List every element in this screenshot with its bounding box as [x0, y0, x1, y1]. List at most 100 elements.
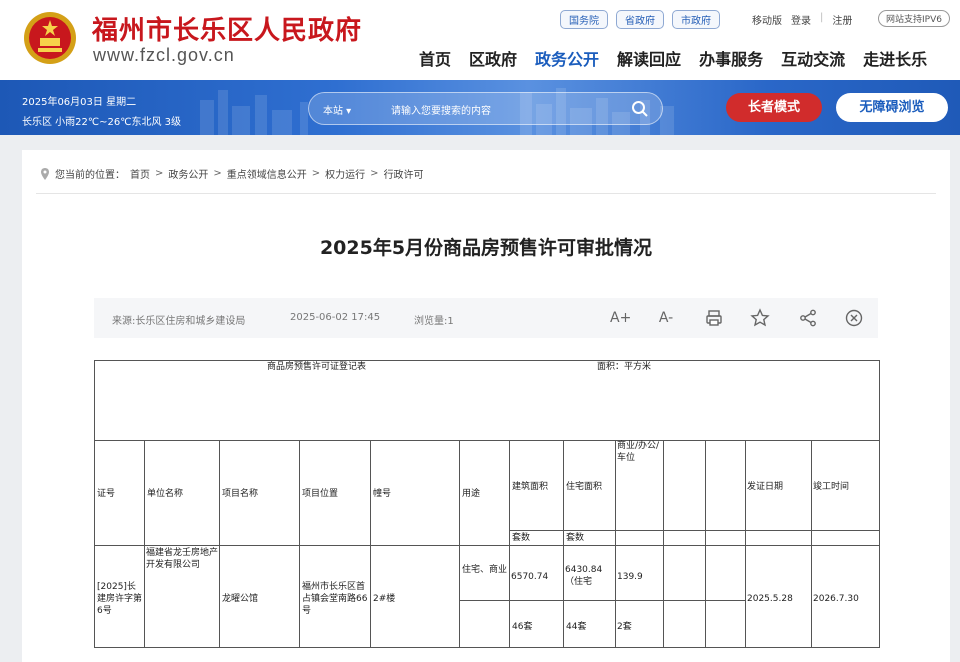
cell-res-area: 6430.84（住宅 [565, 565, 603, 587]
header-company: 单位名称 [147, 489, 184, 499]
permit-table: 商品房预售许可证登记表 面积：平方米 证号 单位名称 项目名称 项目位置 幢号 … [94, 360, 880, 648]
weather-info: 长乐区 小雨22℃~26℃东北风 3级 [22, 113, 181, 128]
print-icon[interactable] [704, 308, 724, 328]
cell-build-units: 46套 [512, 622, 533, 632]
elder-mode-button[interactable]: 长者模式 [726, 93, 822, 122]
breadcrumb-separator: > [155, 168, 164, 179]
breadcrumb-prefix: 您当前的位置： [55, 170, 125, 181]
article-source: 来源:长乐区住房和城乡建设局 [112, 316, 246, 327]
table-line [219, 440, 220, 648]
table-line [663, 440, 664, 648]
breadcrumb-power-operation[interactable]: 权力运行 [325, 166, 365, 181]
nav-interpretation[interactable]: 解读回应 [617, 46, 681, 70]
article-title: 2025年5月份商品房预售许可审批情况 [319, 237, 653, 259]
article-views: 浏览量:1 [414, 316, 454, 327]
header-completion: 竣工时间 [813, 482, 850, 492]
search-scope-select[interactable]: 本站 ▾ [323, 102, 351, 117]
cell-build-area: 6570.74 [511, 572, 549, 582]
header-units: 套数 [566, 533, 585, 543]
table-line [745, 440, 746, 648]
article-date: 2025-06-02 17:45 [290, 312, 381, 323]
current-date: 2025年06月03日 星期二 [22, 97, 137, 108]
gov-links: 国务院 省政府 市政府 [560, 10, 720, 29]
elder-mode-label: 长者模式 [747, 100, 800, 115]
main-nav: 首页 区政府 政务公开 解读回应 办事服务 互动交流 走进长乐 [419, 46, 927, 70]
header-cert-no: 证号 [97, 489, 116, 499]
site-header: 福州市长乐区人民政府 www.fzcl.gov.cn 国务院 省政府 市政府 移… [0, 0, 960, 80]
table-line [509, 530, 879, 531]
cell-building: 2#楼 [373, 594, 396, 604]
cell-company: 福建省龙壬房地产开发有限公司 [146, 548, 219, 570]
link-state-council[interactable]: 国务院 [560, 10, 608, 29]
table-line [509, 440, 510, 648]
ipv6-badge: 网站支持IPV6 [878, 10, 950, 27]
cell-location: 福州市长乐区首占镇会堂南路66号 [302, 582, 368, 616]
breadcrumb-key-areas[interactable]: 重点领域信息公开 [227, 166, 307, 181]
login-link[interactable]: 登录 [791, 12, 811, 27]
cell-biz-units: 2套 [617, 622, 632, 632]
national-emblem-icon [24, 12, 76, 64]
star-icon[interactable] [750, 308, 770, 328]
cell-usage: 住宅、商业 [462, 565, 508, 575]
table-line [811, 440, 812, 648]
nav-home[interactable]: 首页 [419, 46, 451, 70]
table-line [705, 440, 706, 648]
font-increase-button[interactable]: A+ [610, 308, 631, 328]
table-line [563, 440, 564, 648]
table-line [459, 600, 745, 601]
site-name: 福州市长乐区人民政府 [92, 16, 363, 46]
separator: | [820, 12, 824, 23]
cell-biz-area: 139.9 [617, 572, 643, 582]
nav-about[interactable]: 走进长乐 [863, 46, 927, 70]
breadcrumb: 您当前的位置： 首页 > 政务公开 > 重点领域信息公开 > 权力运行 > 行政… [40, 166, 424, 181]
breadcrumb-home[interactable]: 首页 [130, 166, 150, 181]
table-line [144, 440, 145, 648]
header-res-area: 住宅面积 [566, 482, 603, 492]
cell-completion: 2026.7.30 [813, 594, 859, 604]
register-link[interactable]: 注册 [832, 12, 852, 27]
header-building: 幢号 [373, 489, 392, 499]
search-input[interactable]: 请输入您要搜索的内容 [391, 102, 491, 117]
table-line [459, 440, 460, 648]
close-icon[interactable] [844, 308, 864, 328]
nav-interaction[interactable]: 互动交流 [781, 46, 845, 70]
link-province-gov[interactable]: 省政府 [616, 10, 664, 29]
divider [36, 193, 936, 194]
link-city-gov[interactable]: 市政府 [672, 10, 720, 29]
table-line [370, 440, 371, 648]
breadcrumb-gov-affairs[interactable]: 政务公开 [168, 166, 208, 181]
header-issue-date: 发证日期 [747, 482, 784, 492]
breadcrumb-admin-license[interactable]: 行政许可 [384, 166, 424, 181]
table-line [299, 440, 300, 648]
table-unit: 面积：平方米 [597, 362, 652, 372]
weather-text: 长乐区 小雨22℃~26℃东北风 3级 [22, 117, 182, 128]
article-meta-bar: 来源:长乐区住房和城乡建设局 2025-06-02 17:45 浏览量:1 A+… [94, 298, 878, 338]
header-biz-area: 商业/办公/车位 [617, 441, 660, 463]
accessibility-label: 无障碍浏览 [859, 100, 925, 115]
header-units: 套数 [512, 533, 531, 543]
table-caption: 商品房预售许可证登记表 [267, 362, 367, 372]
nav-gov-affairs[interactable]: 政务公开 [535, 46, 599, 70]
search-box[interactable]: 本站 ▾ 请输入您要搜索的内容 [308, 92, 663, 125]
location-pin-icon [41, 167, 49, 180]
cell-res-units: 44套 [566, 622, 587, 632]
accessibility-button[interactable]: 无障碍浏览 [836, 93, 948, 122]
top-links: 移动版 登录 | 注册 [752, 12, 852, 27]
site-url: www.fzcl.gov.cn [93, 45, 235, 65]
share-icon[interactable] [798, 308, 818, 328]
header-build-area: 建筑面积 [512, 482, 549, 492]
table-line [95, 440, 879, 441]
breadcrumb-separator: > [213, 168, 222, 179]
cell-project: 龙曜公馆 [222, 594, 259, 604]
table-line [615, 440, 616, 648]
search-icon[interactable] [631, 100, 649, 118]
mobile-link[interactable]: 移动版 [752, 12, 782, 27]
breadcrumb-separator: > [370, 168, 379, 179]
nav-services[interactable]: 办事服务 [699, 46, 763, 70]
font-decrease-button[interactable]: A- [656, 308, 676, 328]
cell-cert-no: [2025]长建房许字第6号 [97, 582, 143, 616]
header-project: 项目名称 [222, 489, 259, 499]
nav-district-gov[interactable]: 区政府 [469, 46, 517, 70]
article-card: 您当前的位置： 首页 > 政务公开 > 重点领域信息公开 > 权力运行 > 行政… [22, 150, 950, 662]
header-location: 项目位置 [302, 489, 339, 499]
